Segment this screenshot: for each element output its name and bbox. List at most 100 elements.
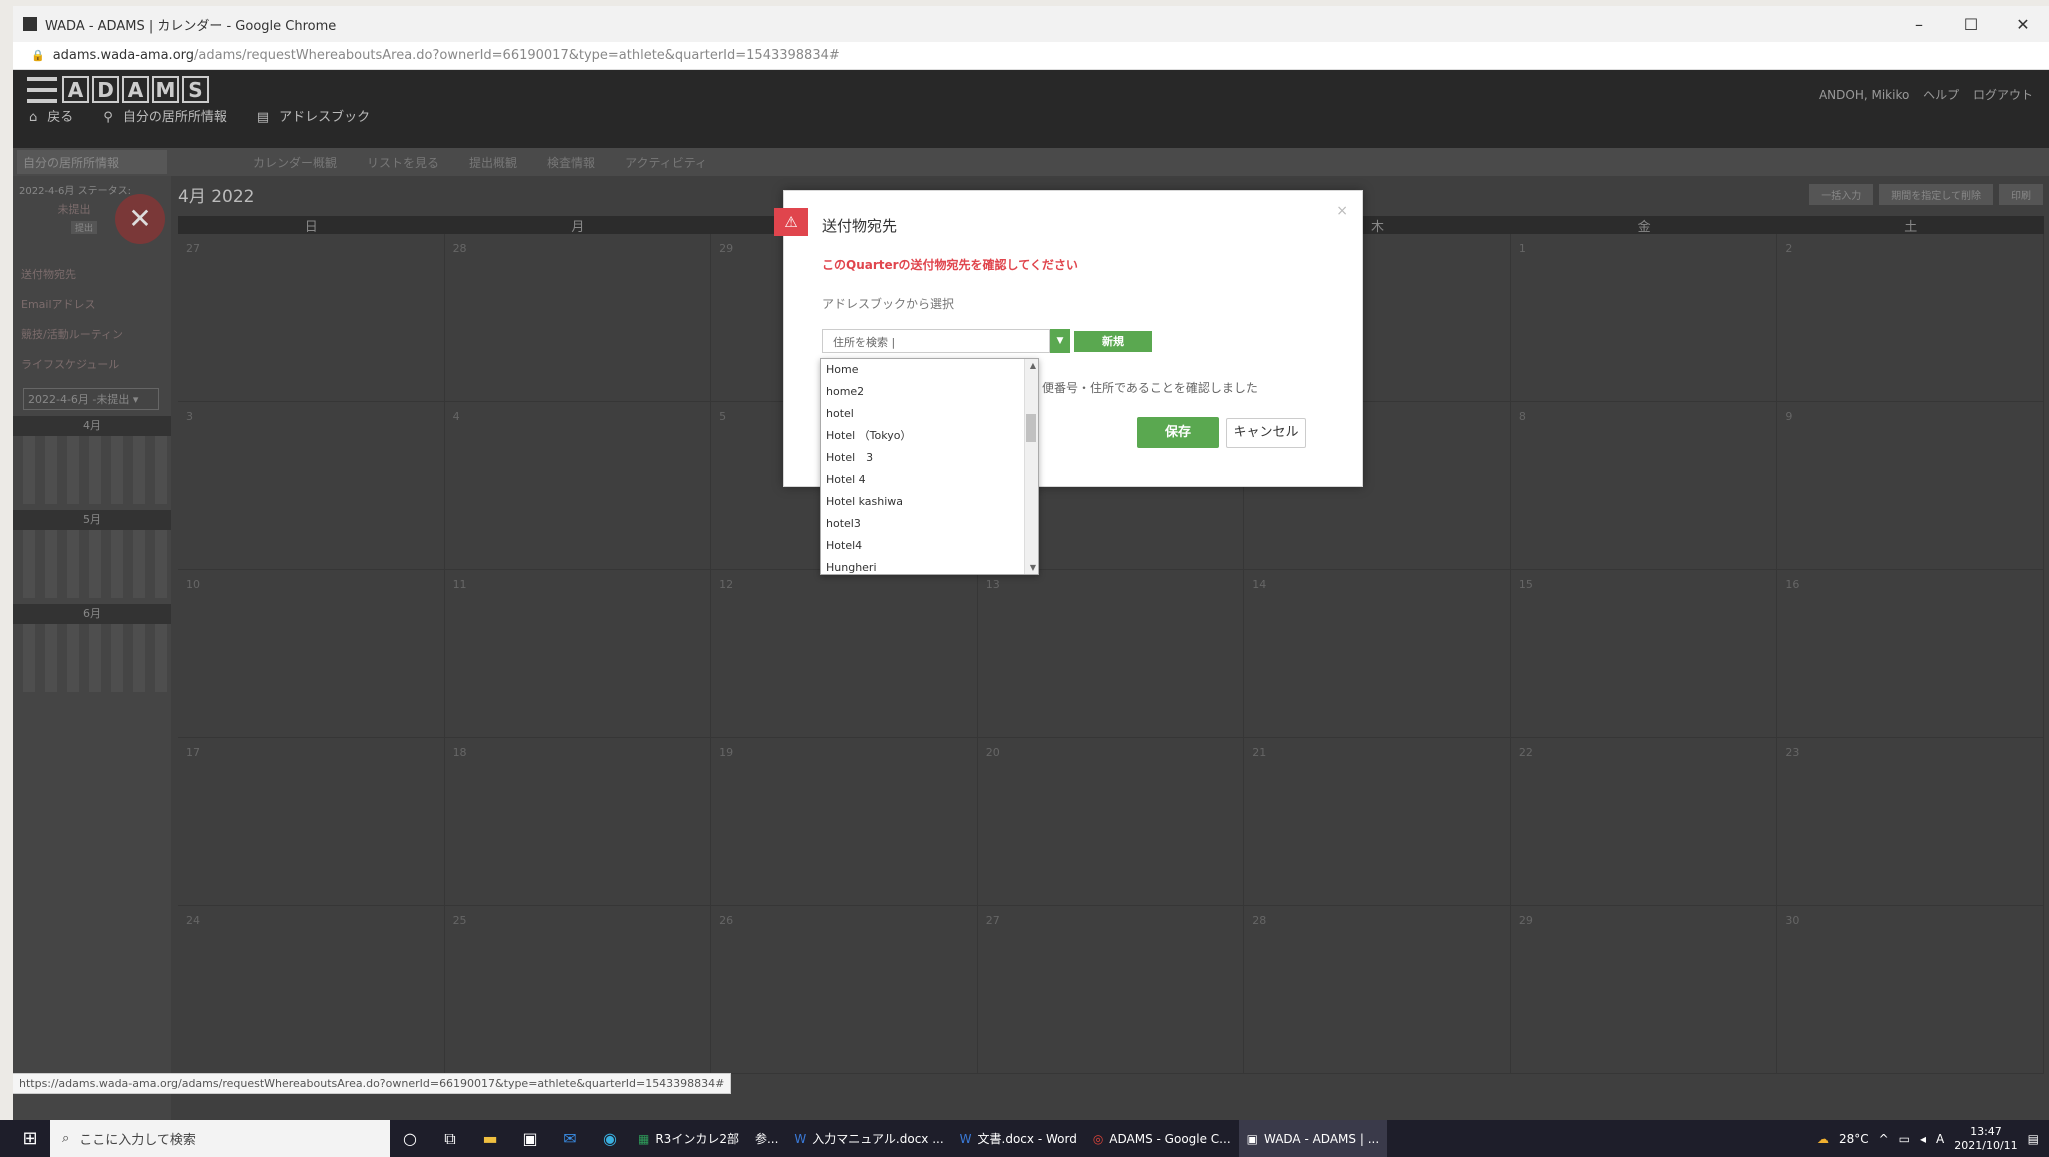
mini-calendar-days[interactable]	[13, 436, 171, 504]
calendar-day-cell[interactable]: 28	[444, 234, 712, 402]
taskbar-search[interactable]: ⌕ ここに入力して検索	[50, 1120, 390, 1157]
file-explorer-icon[interactable]: ▬	[470, 1129, 510, 1148]
windows-start-icon[interactable]: ⊞	[10, 1128, 50, 1149]
calendar-day-cell[interactable]: 22	[1510, 738, 1778, 906]
address-option[interactable]: Hotel （Tokyo）	[821, 425, 1021, 447]
adams-logo[interactable]: A D A M S	[27, 76, 209, 103]
mini-calendar-days[interactable]	[13, 624, 171, 692]
sidebar-link-schedule[interactable]: ライフスケジュール	[21, 350, 163, 380]
clock[interactable]: 13:47 2021/10/11	[1954, 1125, 2017, 1153]
dropdown-toggle-icon[interactable]: ▼	[1050, 329, 1070, 353]
maximize-icon[interactable]: ☐	[1945, 15, 1997, 34]
calendar-day-cell[interactable]: 19	[711, 738, 978, 906]
sidebar-link-mailing[interactable]: 送付物宛先	[21, 260, 163, 290]
address-option[interactable]: Hotel4	[821, 535, 1021, 557]
mail-icon[interactable]: ✉	[550, 1129, 590, 1148]
nav-addressbook[interactable]: ▤ アドレスブック	[257, 106, 370, 125]
nav-back[interactable]: ⌂ 戻る	[29, 106, 73, 125]
lock-icon[interactable]: 🔒	[31, 49, 45, 62]
nav-whereabouts[interactable]: ⚲ 自分の居所所情報	[103, 106, 227, 125]
tab-calendar[interactable]: カレンダー概観	[253, 154, 337, 171]
taskbar-app-misc[interactable]: 参...	[747, 1120, 786, 1157]
address-option[interactable]: Hotel 4	[821, 469, 1021, 491]
quarter-select[interactable]: 2022-4-6月 -未提出 ▾	[23, 388, 159, 410]
taskbar-app-word-doc[interactable]: W 文書.docx - Word	[952, 1120, 1085, 1157]
calendar-day-cell[interactable]: 2	[1777, 234, 2044, 402]
network-icon[interactable]: ▭	[1899, 1132, 1910, 1146]
print-button[interactable]: 印刷	[1999, 184, 2043, 205]
calendar-day-cell[interactable]: 27	[178, 234, 445, 402]
calendar-day-cell[interactable]: 10	[178, 570, 445, 738]
calendar-day-cell[interactable]: 23	[1777, 738, 2044, 906]
address-option[interactable]: hotel3	[821, 513, 1021, 535]
calendar-day-cell[interactable]: 4	[444, 402, 712, 570]
address-bar[interactable]: 🔒 adams.wada-ama.org/adams/requestWherea…	[13, 42, 2049, 70]
calendar-day-cell[interactable]: 18	[444, 738, 712, 906]
address-option[interactable]: Hotel 3	[821, 447, 1021, 469]
submit-button[interactable]: 提出	[71, 221, 97, 234]
calendar-day-cell[interactable]: 21	[1244, 738, 1511, 906]
help-link[interactable]: ヘルプ	[1923, 88, 1959, 102]
calendar-day-cell[interactable]: 15	[1510, 570, 1778, 738]
tab-testing[interactable]: 検査情報	[547, 154, 595, 171]
address-option[interactable]: Home	[821, 359, 1021, 381]
calendar-day-cell[interactable]: 28	[1244, 906, 1511, 1074]
calendar-day-cell[interactable]: 9	[1777, 402, 2044, 570]
address-option[interactable]: home2	[821, 381, 1021, 403]
chevron-up-icon[interactable]: ^	[1879, 1132, 1889, 1146]
scroll-up-icon[interactable]: ▲	[1030, 361, 1036, 370]
edge-icon[interactable]: ◉	[590, 1129, 630, 1148]
calendar-day-cell[interactable]: 3	[178, 402, 445, 570]
taskbar-app-word-manual[interactable]: W 入力マニュアル.docx ...	[786, 1120, 951, 1157]
weather-temp[interactable]: 28°C	[1839, 1132, 1869, 1146]
notification-icon[interactable]: ▤	[2028, 1132, 2039, 1146]
taskbar-app-wada-adams[interactable]: ▣ WADA - ADAMS | ...	[1238, 1120, 1388, 1157]
ime-indicator[interactable]: A	[1936, 1132, 1944, 1146]
cortana-icon[interactable]: ○	[390, 1129, 430, 1148]
calendar-day-cell[interactable]: 26	[711, 906, 978, 1074]
weather-icon[interactable]: ☁	[1817, 1132, 1829, 1146]
calendar-day-cell[interactable]: 30	[1777, 906, 2044, 1074]
address-option[interactable]: hotel	[821, 403, 1021, 425]
sidebar-link-routine[interactable]: 競技/活動ルーティン	[21, 320, 163, 350]
taskbar-app-excel[interactable]: ▦ R3インカレ2部	[630, 1120, 747, 1157]
address-option[interactable]: Hungheri	[821, 557, 1021, 574]
scroll-down-icon[interactable]: ▼	[1030, 563, 1036, 572]
calendar-day-cell[interactable]: 24	[178, 906, 445, 1074]
calendar-day-cell[interactable]: 13	[977, 570, 1245, 738]
calendar-day-cell[interactable]: 16	[1777, 570, 2044, 738]
tab-my-whereabouts[interactable]: 自分の居所所情報	[17, 150, 167, 174]
volume-icon[interactable]: ◂	[1920, 1132, 1926, 1146]
delete-range-button[interactable]: 期間を指定して削除	[1879, 184, 1993, 205]
tab-activity[interactable]: アクティビティ	[625, 154, 707, 171]
calendar-day-cell[interactable]: 14	[1244, 570, 1511, 738]
close-icon[interactable]: ✕	[1997, 15, 2049, 34]
new-address-button[interactable]: 新規	[1074, 331, 1152, 352]
save-button[interactable]: 保存	[1137, 417, 1219, 448]
task-view-icon[interactable]: ⧉	[430, 1129, 470, 1149]
scroll-thumb[interactable]	[1026, 414, 1036, 442]
address-dropdown-list[interactable]: Home home2 hotel Hotel （Tokyo） Hotel 3 Hotel …	[820, 358, 1039, 575]
taskbar-app-chrome-adams[interactable]: ◎ ADAMS - Google C...	[1085, 1120, 1239, 1157]
calendar-day-cell[interactable]: 17	[178, 738, 445, 906]
logout-link[interactable]: ログアウト	[1973, 88, 2033, 102]
calendar-day-cell[interactable]: 25	[444, 906, 712, 1074]
address-search-input[interactable]: 住所を検索 |	[822, 329, 1050, 353]
bulk-input-button[interactable]: 一括入力	[1809, 184, 1874, 205]
minimize-icon[interactable]: –	[1893, 15, 1945, 34]
calendar-day-cell[interactable]: 29	[1510, 906, 1778, 1074]
sidebar-link-email[interactable]: Emailアドレス	[21, 290, 163, 320]
close-icon[interactable]: ×	[1336, 203, 1348, 219]
calendar-day-cell[interactable]: 8	[1510, 402, 1778, 570]
calendar-day-cell[interactable]: 1	[1510, 234, 1778, 402]
calendar-day-cell[interactable]: 12	[711, 570, 978, 738]
store-icon[interactable]: ▣	[510, 1129, 550, 1148]
address-option[interactable]: Hotel kashiwa	[821, 491, 1021, 513]
calendar-day-cell[interactable]: 20	[977, 738, 1245, 906]
tab-submission[interactable]: 提出概観	[469, 154, 517, 171]
cancel-button[interactable]: キャンセル	[1226, 418, 1306, 448]
mini-calendar-days[interactable]	[13, 530, 171, 598]
dropdown-scrollbar[interactable]	[1024, 359, 1038, 574]
tab-list[interactable]: リストを見る	[367, 154, 439, 171]
user-name[interactable]: ANDOH, Mikiko	[1819, 88, 1909, 102]
